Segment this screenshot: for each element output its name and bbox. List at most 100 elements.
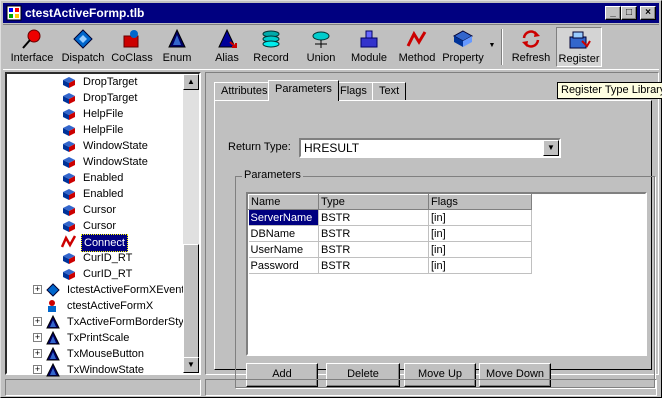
- property-icon: [63, 173, 75, 184]
- return-type-combo[interactable]: HRESULT ▼: [299, 138, 561, 158]
- tree-expander[interactable]: +: [33, 365, 42, 374]
- type-library-icon: [6, 5, 22, 21]
- param-name-cell[interactable]: UserName: [248, 241, 319, 258]
- enum-icon: [168, 28, 186, 48]
- record-icon: [262, 30, 280, 48]
- property-icon: [63, 269, 75, 280]
- main-window: ctestActiveFormp.tlb _ □ × Interface Dis…: [0, 0, 662, 398]
- property-icon: [63, 109, 75, 120]
- column-header-flags[interactable]: Flags: [428, 194, 532, 210]
- module-icon: [360, 30, 378, 48]
- coclass-button[interactable]: CoClass: [109, 27, 155, 67]
- tree-expander[interactable]: +: [33, 285, 42, 294]
- tree-item-label: TxMouseButton: [67, 348, 145, 360]
- param-type-cell[interactable]: BSTR: [318, 257, 429, 274]
- module-label: Module: [350, 52, 388, 64]
- param-name-cell[interactable]: Password: [248, 257, 319, 274]
- tree-expander[interactable]: +: [33, 349, 42, 358]
- register-icon: [569, 31, 591, 49]
- tree-item-label: WindowState: [83, 140, 148, 152]
- toolbar: Interface Dispatch CoClass Enum Alias Re…: [3, 24, 659, 70]
- refresh-label: Refresh: [511, 52, 551, 64]
- tree-item-label: CurID_RT: [83, 268, 133, 280]
- enum-icon: [46, 331, 60, 345]
- record-label: Record: [253, 52, 289, 64]
- property-icon: [63, 141, 75, 152]
- interface-icon: [22, 29, 41, 49]
- tree-item-label: DropTarget: [83, 92, 138, 104]
- return-type-value: HRESULT: [304, 141, 360, 155]
- tree-item-label: HelpFile: [83, 108, 124, 120]
- tree-item-label: Cursor: [83, 220, 117, 232]
- property-icon: [63, 157, 75, 168]
- scroll-thumb[interactable]: [183, 244, 199, 360]
- title-bar[interactable]: ctestActiveFormp.tlb _ □ ×: [3, 3, 659, 23]
- column-header-name[interactable]: Name: [248, 194, 319, 210]
- scroll-up-button[interactable]: ▲: [183, 74, 199, 90]
- param-flags-cell[interactable]: [in]: [428, 225, 532, 242]
- tree-expander[interactable]: +: [33, 317, 42, 326]
- window-title: ctestActiveFormp.tlb: [25, 6, 145, 20]
- tree-item-label: CurID_RT: [83, 252, 133, 264]
- alias-icon: [218, 28, 237, 48]
- dispatch-icon: [73, 29, 93, 49]
- refresh-icon: [522, 30, 540, 48]
- param-type-cell[interactable]: BSTR: [318, 241, 429, 258]
- column-header-type[interactable]: Type: [318, 194, 429, 210]
- param-flags-cell[interactable]: [in]: [428, 257, 532, 274]
- type-library-tree[interactable]: DropTarget DropTarget HelpFile HelpFile …: [5, 72, 201, 377]
- property-button[interactable]: Property: [441, 27, 485, 67]
- tab-flags[interactable]: Flags: [333, 82, 374, 100]
- record-button[interactable]: Record: [251, 27, 291, 67]
- register-label: Register: [558, 53, 600, 65]
- union-label: Union: [306, 52, 336, 64]
- param-flags-cell[interactable]: [in]: [428, 241, 532, 258]
- scroll-down-button[interactable]: ▼: [183, 357, 199, 373]
- coclass-icon: [123, 30, 139, 48]
- param-name-cell[interactable]: DBName: [248, 225, 319, 242]
- tab-attributes[interactable]: Attributes: [214, 82, 275, 100]
- table-row[interactable]: Password BSTR [in]: [248, 257, 532, 274]
- minimize-button[interactable]: _: [605, 6, 621, 20]
- tab-parameters[interactable]: Parameters: [268, 80, 339, 101]
- register-button[interactable]: Register: [556, 27, 602, 67]
- dispatch-button[interactable]: Dispatch: [59, 27, 107, 67]
- table-row[interactable]: UserName BSTR [in]: [248, 241, 532, 258]
- return-type-label: Return Type:: [228, 141, 291, 153]
- property-icon: [63, 205, 75, 216]
- maximize-button[interactable]: □: [621, 6, 637, 20]
- param-type-cell[interactable]: BSTR: [318, 209, 429, 226]
- interface-button[interactable]: Interface: [7, 27, 57, 67]
- alias-button[interactable]: Alias: [207, 27, 247, 67]
- coclass-icon: [48, 300, 56, 312]
- method-icon: [406, 30, 427, 47]
- param-name-cell[interactable]: ServerName: [248, 209, 319, 226]
- tab-text[interactable]: Text: [372, 82, 407, 100]
- property-icon: [63, 125, 75, 136]
- enum-button[interactable]: Enum: [157, 27, 197, 67]
- tree-item-label: ctestActiveFormX: [67, 300, 154, 312]
- param-flags-cell[interactable]: [in]: [428, 209, 532, 226]
- param-type-cell[interactable]: BSTR: [318, 225, 429, 242]
- tree-item-label: IctestActiveFormXEvents: [67, 284, 190, 296]
- table-row[interactable]: DBName BSTR [in]: [248, 225, 532, 242]
- property-icon: [63, 77, 75, 88]
- toolbar-separator: [501, 29, 503, 65]
- tree-expander[interactable]: +: [33, 333, 42, 342]
- module-button[interactable]: Module: [347, 27, 391, 67]
- refresh-button[interactable]: Refresh: [509, 27, 553, 67]
- tree-item-label: TxActiveFormBorderStyle: [67, 316, 193, 328]
- tree-scrollbar[interactable]: ▲ ▼: [183, 74, 199, 373]
- union-button[interactable]: Union: [301, 27, 341, 67]
- method-icon: [61, 235, 77, 248]
- parameters-grid[interactable]: Name Type Flags ServerName BSTR [in] DBN…: [246, 192, 647, 356]
- method-button[interactable]: Method: [395, 27, 439, 67]
- status-bar: [3, 379, 659, 396]
- property-icon: [63, 189, 75, 200]
- chevron-down-icon[interactable]: ▼: [543, 140, 559, 156]
- property-dropdown[interactable]: ▼: [487, 27, 497, 67]
- close-button[interactable]: ×: [640, 6, 656, 20]
- property-icon: [63, 221, 75, 232]
- table-row[interactable]: ServerName BSTR [in]: [248, 209, 532, 226]
- dispatch-label: Dispatch: [61, 52, 105, 64]
